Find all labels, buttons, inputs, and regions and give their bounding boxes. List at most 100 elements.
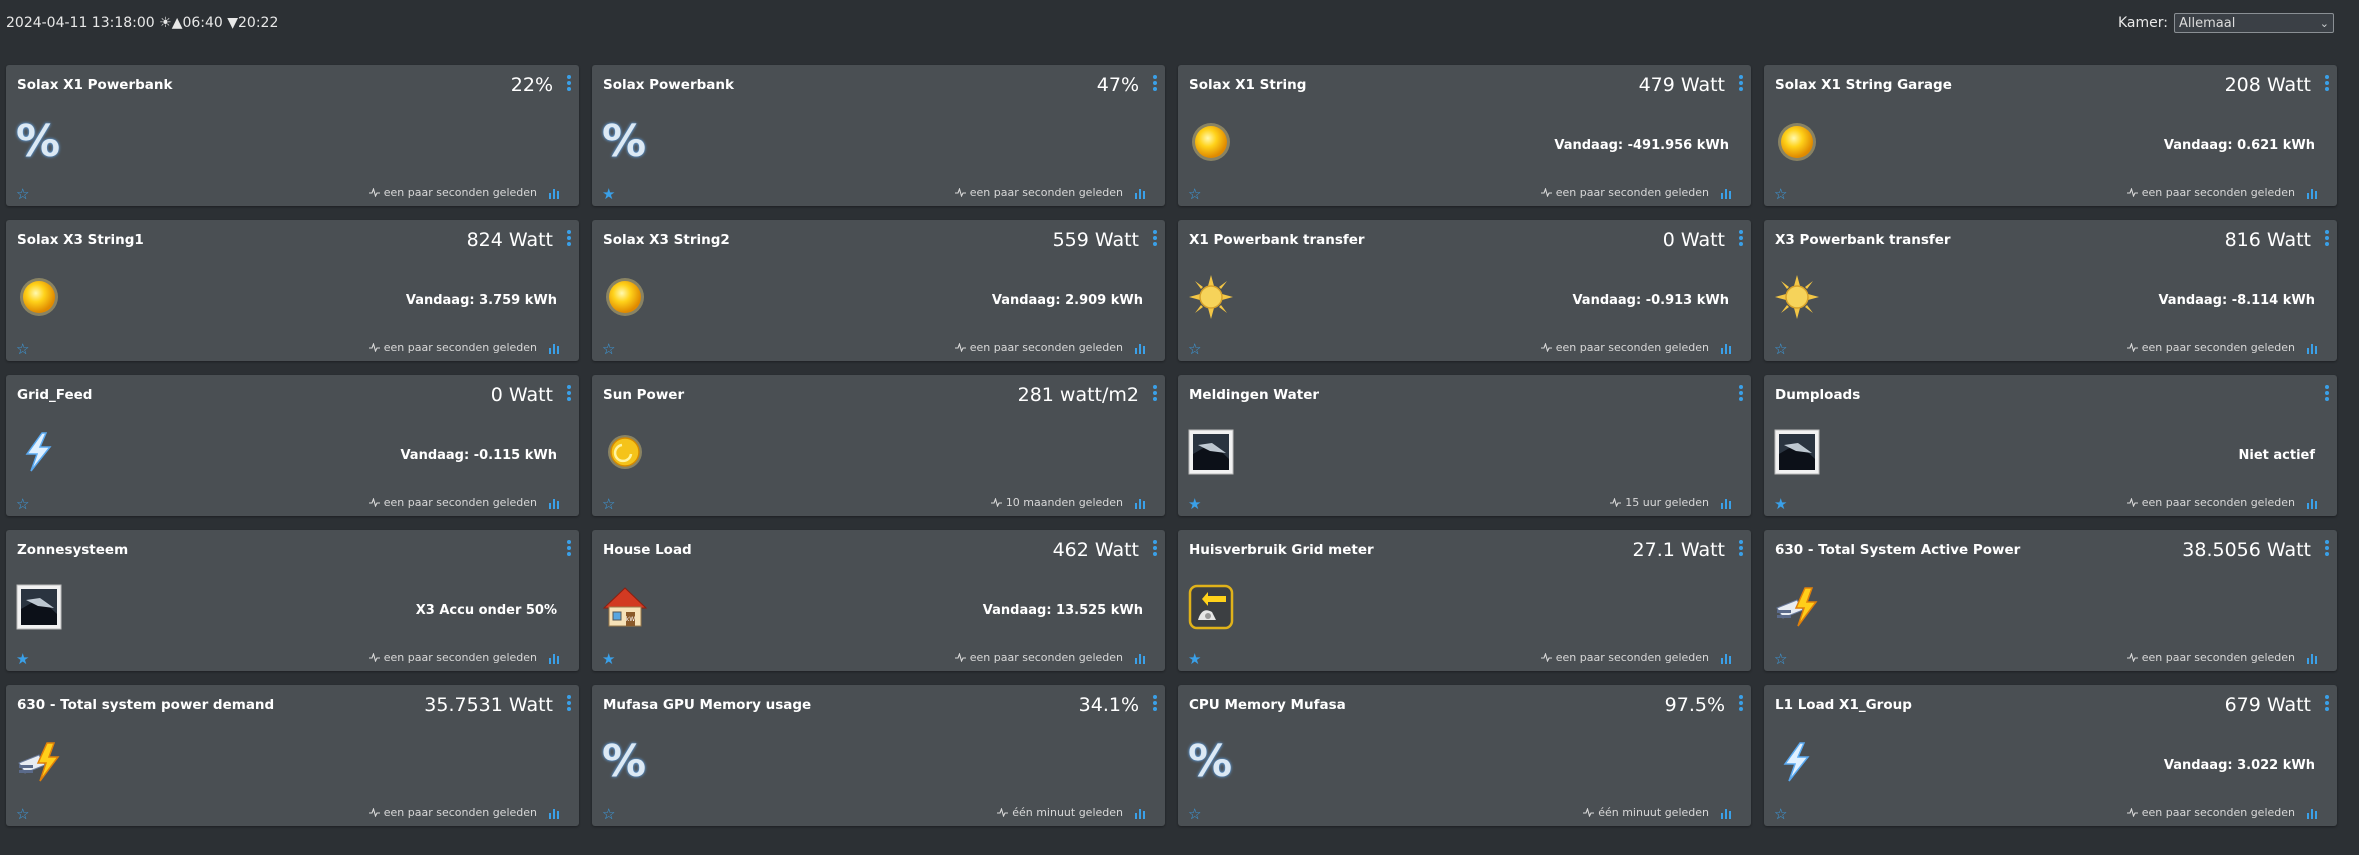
room-select[interactable]: Allemaal ⌄ [2174,13,2334,33]
more-options-icon[interactable] [567,75,571,91]
star-outline-icon[interactable]: ☆ [1188,186,1201,202]
sun-icon[interactable] [1774,119,1820,165]
more-options-icon[interactable] [1739,385,1743,401]
more-options-icon[interactable] [1739,75,1743,91]
lightning-icon[interactable] [1774,739,1820,785]
more-options-icon[interactable] [2325,230,2329,246]
bar-chart-icon[interactable] [548,188,560,199]
star-filled-icon[interactable]: ★ [602,186,615,202]
star-outline-icon[interactable]: ☆ [16,341,29,357]
more-options-icon[interactable] [567,385,571,401]
device-card[interactable]: X3 Powerbank transfer 816 Watt Vandaag: -8… [1764,220,2337,361]
lightning-icon[interactable] [16,429,62,475]
device-card[interactable]: Solax X1 Powerbank 22%% ☆ een paar seconden… [6,65,579,206]
star-outline-icon[interactable]: ☆ [16,806,29,822]
bar-chart-icon[interactable] [1134,808,1146,819]
device-card[interactable]: X1 Powerbank transfer 0 Watt Vandaag: -0.9… [1178,220,1751,361]
bar-chart-icon[interactable] [1134,653,1146,664]
star-outline-icon[interactable]: ☆ [1188,341,1201,357]
star-outline-icon[interactable]: ☆ [602,496,615,512]
bar-chart-icon[interactable] [1720,188,1732,199]
star-outline-icon[interactable]: ☆ [16,496,29,512]
star-filled-icon[interactable]: ★ [602,651,615,667]
more-options-icon[interactable] [2325,540,2329,556]
screen-icon[interactable] [1188,429,1234,475]
sun-icon[interactable] [1188,119,1234,165]
device-card[interactable]: Solax Powerbank 47%% ★ een paar seconden ge… [592,65,1165,206]
plug-bolt-icon[interactable] [1774,584,1820,630]
device-card[interactable]: Zonnesysteem X3 Accu onder 50% ★ een paar s… [6,530,579,671]
more-options-icon[interactable] [1739,695,1743,711]
device-card[interactable]: Solax X3 String2 559 Watt Vandaag: 2.909 k… [592,220,1165,361]
device-card[interactable]: L1 Load X1_Group 679 Watt Vandaag: 3.022 k… [1764,685,2337,826]
more-options-icon[interactable] [1739,230,1743,246]
star-filled-icon[interactable]: ★ [16,651,29,667]
more-options-icon[interactable] [567,540,571,556]
star-outline-icon[interactable]: ☆ [1774,341,1787,357]
bar-chart-icon[interactable] [1720,343,1732,354]
meter-icon[interactable] [1188,584,1234,630]
sun-icon[interactable] [602,274,648,320]
plug-bolt-icon[interactable] [16,739,62,785]
more-options-icon[interactable] [1153,695,1157,711]
star-outline-icon[interactable]: ☆ [1774,651,1787,667]
percent-icon[interactable]: % [16,119,62,165]
device-card[interactable]: Solax X3 String1 824 Watt Vandaag: 3.759 k… [6,220,579,361]
star-filled-icon[interactable]: ★ [1188,496,1201,512]
device-card[interactable]: Solax X1 String 479 Watt Vandaag: -491.956… [1178,65,1751,206]
more-options-icon[interactable] [2325,385,2329,401]
device-card[interactable]: Meldingen Water ★ 15 uur geleden [1178,375,1751,516]
percent-icon[interactable]: % [1188,739,1234,785]
bar-chart-icon[interactable] [1720,653,1732,664]
bar-chart-icon[interactable] [548,343,560,354]
device-card[interactable]: Mufasa GPU Memory usage 34.1%% ☆ één minuut… [592,685,1165,826]
bar-chart-icon[interactable] [2306,498,2318,509]
sun-rays-icon[interactable] [1774,274,1820,320]
star-filled-icon[interactable]: ★ [1774,496,1787,512]
star-filled-icon[interactable]: ★ [1188,651,1201,667]
bar-chart-icon[interactable] [2306,653,2318,664]
device-card[interactable]: Huisverbruik Grid meter 27.1 Watt ★ een paa… [1178,530,1751,671]
percent-icon[interactable]: % [602,739,648,785]
screen-icon[interactable] [1774,429,1820,475]
device-card[interactable]: 630 - Total System Active Power 38.5056 W… [1764,530,2337,671]
device-card[interactable]: 630 - Total system power demand 35.7531 W… [6,685,579,826]
star-outline-icon[interactable]: ☆ [16,186,29,202]
bar-chart-icon[interactable] [1134,498,1146,509]
screen-icon[interactable] [16,584,62,630]
device-card[interactable]: Solax X1 String Garage 208 Watt Vandaag: 0… [1764,65,2337,206]
sun-icon[interactable] [16,274,62,320]
device-card[interactable]: CPU Memory Mufasa 97.5%% ☆ één minuut geled… [1178,685,1751,826]
device-card[interactable]: Sun Power 281 watt/m2 ☆ 10 maanden geleden [592,375,1165,516]
bar-chart-icon[interactable] [548,498,560,509]
star-outline-icon[interactable]: ☆ [1774,186,1787,202]
bar-chart-icon[interactable] [1134,343,1146,354]
bar-chart-icon[interactable] [1720,808,1732,819]
sun-power-icon[interactable] [602,429,648,475]
device-card[interactable]: Dumploads Niet actief ★ een paar seconden g… [1764,375,2337,516]
device-card[interactable]: Grid_Feed 0 Watt Vandaag: -0.115 kWh ☆ een p… [6,375,579,516]
star-outline-icon[interactable]: ☆ [602,341,615,357]
bar-chart-icon[interactable] [548,808,560,819]
star-outline-icon[interactable]: ☆ [1188,806,1201,822]
more-options-icon[interactable] [1153,385,1157,401]
device-card[interactable]: House Load 462 Watt kW Vandaag: 13.525 kWh ★… [592,530,1165,671]
bar-chart-icon[interactable] [1720,498,1732,509]
more-options-icon[interactable] [2325,695,2329,711]
more-options-icon[interactable] [1153,230,1157,246]
more-options-icon[interactable] [567,695,571,711]
bar-chart-icon[interactable] [2306,188,2318,199]
star-outline-icon[interactable]: ☆ [602,806,615,822]
sun-rays-icon[interactable] [1188,274,1234,320]
house-icon[interactable]: kW [602,584,648,630]
more-options-icon[interactable] [567,230,571,246]
bar-chart-icon[interactable] [1134,188,1146,199]
star-outline-icon[interactable]: ☆ [1774,806,1787,822]
bar-chart-icon[interactable] [2306,343,2318,354]
percent-icon[interactable]: % [602,119,648,165]
bar-chart-icon[interactable] [2306,808,2318,819]
more-options-icon[interactable] [1153,540,1157,556]
more-options-icon[interactable] [2325,75,2329,91]
bar-chart-icon[interactable] [548,653,560,664]
more-options-icon[interactable] [1153,75,1157,91]
